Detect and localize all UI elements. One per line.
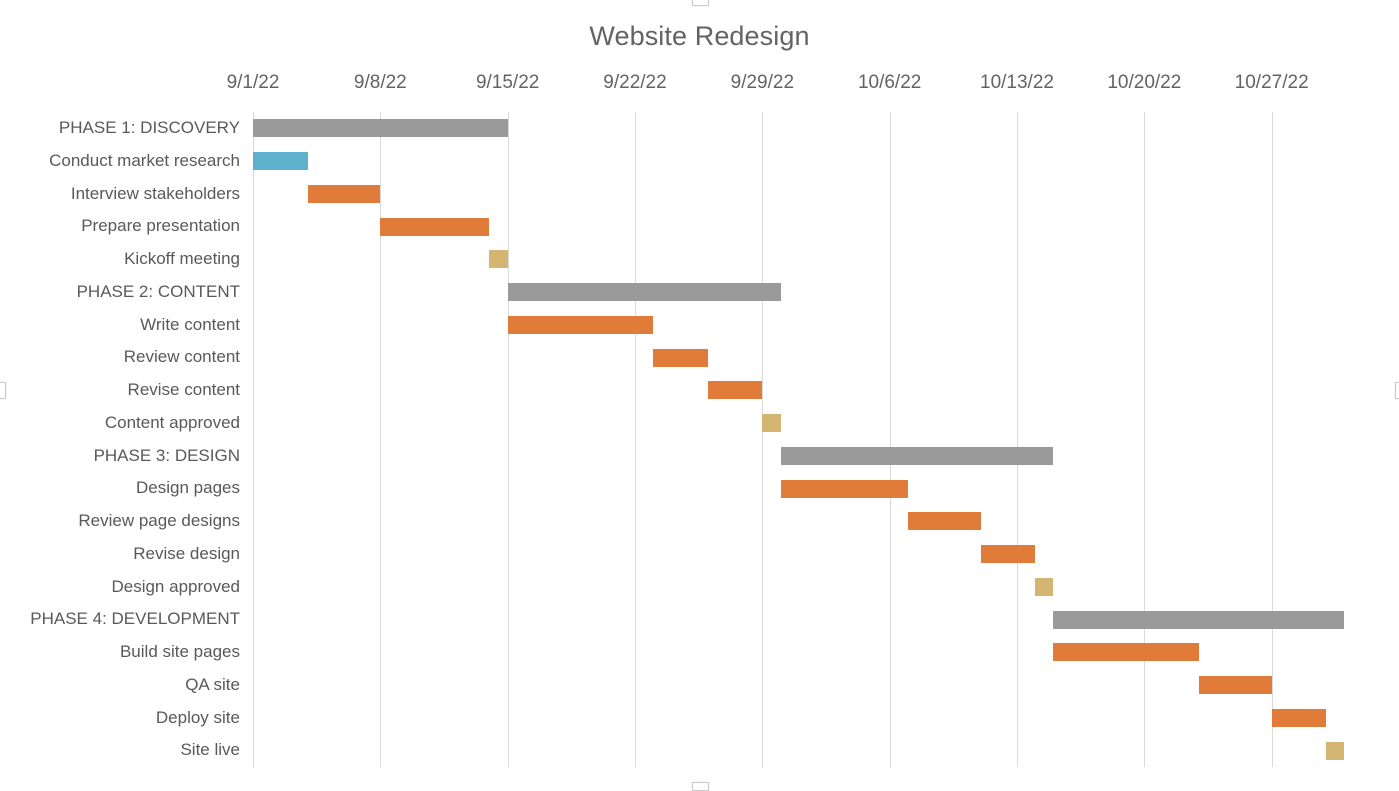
y-axis-task-label: Kickoff meeting [124, 249, 240, 268]
gantt-bar[interactable] [380, 217, 490, 236]
y-axis-task-label: Interview stakeholders [70, 183, 240, 203]
y-axis-task-label: Design pages [136, 478, 240, 498]
resize-handle-bottom[interactable] [692, 782, 709, 791]
y-axis-task-label: Deploy site [155, 707, 240, 727]
gantt-bar[interactable] [507, 315, 654, 334]
gantt-bar[interactable] [253, 119, 508, 138]
x-axis-labels: 9/1/22 9/8/22 9/15/22 9/22/22 9/29/22 10/6/22… [0, 72, 1399, 102]
gridline [253, 112, 254, 767]
chart-title: Website Redesign [589, 21, 810, 51]
gantt-bar[interactable] [307, 184, 381, 203]
gantt-bar[interactable] [1271, 708, 1327, 727]
gantt-bar[interactable] [489, 250, 508, 269]
y-axis-task-label: Content approved [104, 412, 240, 432]
y-axis-task-label: Write content [140, 314, 240, 334]
gantt-bar[interactable] [653, 348, 708, 367]
gantt-bar[interactable] [907, 512, 981, 531]
y-axis-task-label: Review page designs [78, 511, 240, 530]
y-axis-task-label: Revise design [133, 543, 240, 563]
y-axis-task-label: PHASE 3: DESIGN [93, 445, 240, 465]
y-axis-task-label: Conduct market research [49, 150, 240, 170]
gantt-bar[interactable] [707, 381, 763, 400]
gridline [762, 112, 764, 767]
gantt-bar[interactable] [1035, 577, 1054, 596]
gantt-bar[interactable] [253, 152, 308, 171]
gridline [1271, 112, 1273, 767]
gridline [1017, 112, 1018, 767]
gantt-bar[interactable] [780, 479, 908, 498]
y-axis-task-label: PHASE 4: DEVELOPMENT [30, 609, 240, 629]
gridline [380, 112, 382, 767]
gridline [889, 112, 891, 767]
y-axis-task-label: Site live [180, 740, 240, 760]
y-axis-task-label: Review content [123, 347, 240, 367]
gantt-bar[interactable] [980, 545, 1036, 564]
y-axis-task-label: PHASE 2: CONTENT [76, 281, 240, 301]
resize-handle-top[interactable] [692, 0, 709, 6]
gridline [1144, 112, 1146, 767]
y-axis-task-label: PHASE 1: DISCOVERY [58, 118, 240, 137]
gantt-bar[interactable] [1053, 643, 1199, 662]
y-axis-task-label: Revise content [127, 380, 240, 399]
y-axis-task-label: Build site pages [119, 642, 240, 661]
plot-area [253, 112, 1399, 767]
y-axis-task-label: Prepare presentation [81, 216, 240, 236]
gantt-bar[interactable] [762, 414, 781, 433]
x-axis-tick-label: 10/27/22 [1234, 72, 1309, 93]
gantt-bar[interactable] [780, 446, 1054, 465]
y-axis-task-label: QA site [185, 674, 240, 694]
gantt-bar[interactable] [1053, 610, 1345, 629]
y-axis-labels: PHASE 1: DISCOVERY Conduct market researc… [0, 112, 240, 767]
gantt-bar[interactable] [507, 283, 781, 302]
gridline [507, 112, 509, 767]
gridline [635, 112, 636, 767]
gantt-bar[interactable] [1326, 741, 1345, 760]
gantt-chart-object[interactable]: Website Redesign 9/1/22 9/8/22 9/15/22 9/22… [0, 0, 1399, 791]
y-axis-task-label: Design approved [111, 576, 240, 596]
gantt-bar[interactable] [1198, 676, 1272, 695]
